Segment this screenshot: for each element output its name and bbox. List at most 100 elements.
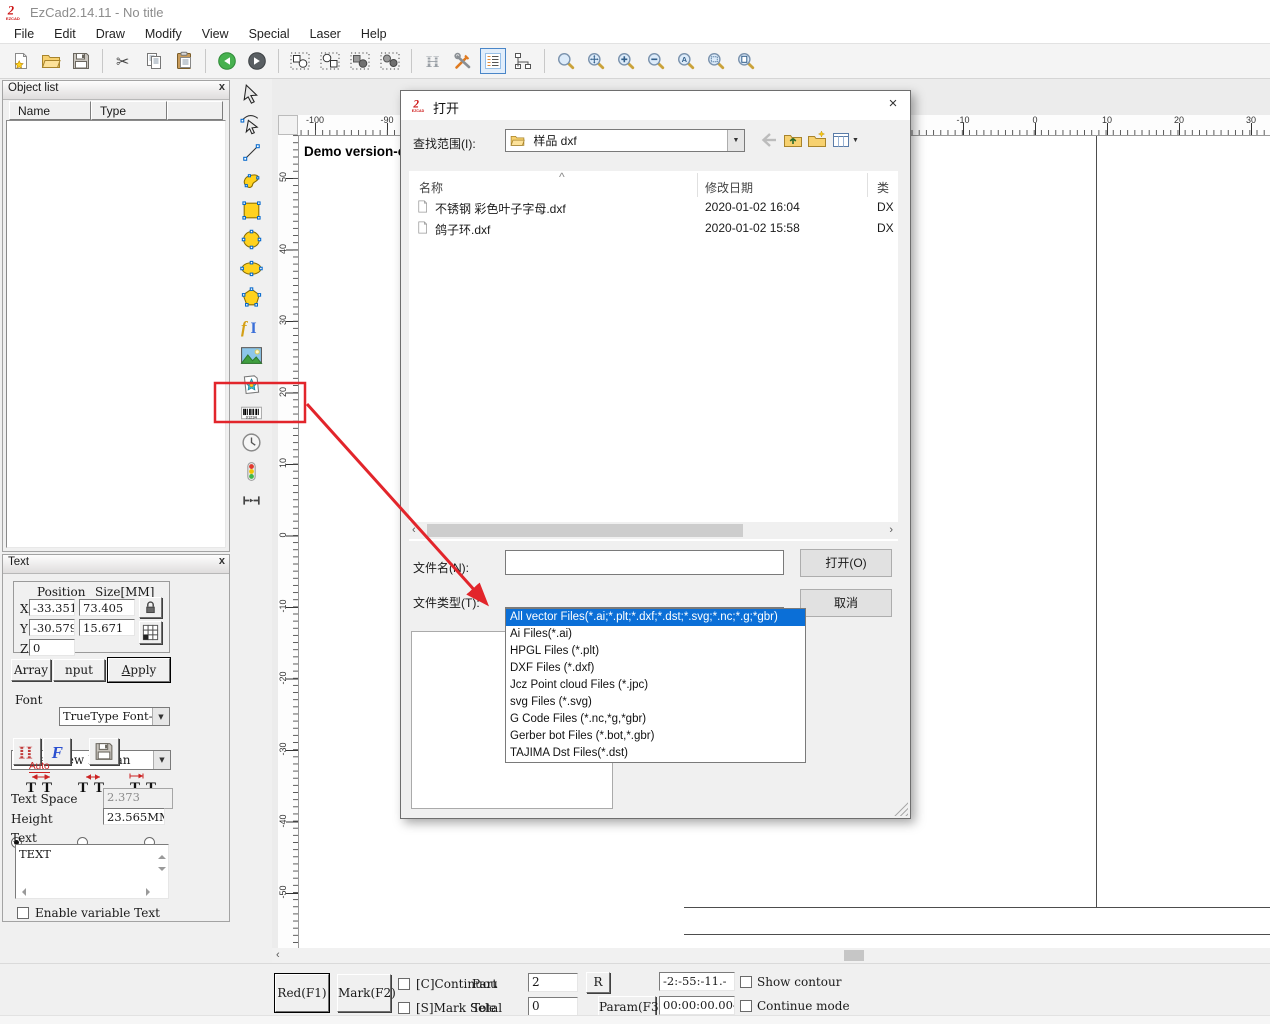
part-count-field[interactable]: 2 — [528, 973, 578, 992]
object-properties-button[interactable] — [480, 48, 506, 74]
scroll-down-icon[interactable] — [158, 867, 166, 875]
new-file-button[interactable] — [8, 48, 34, 74]
date-column-header[interactable]: 修改日期 — [705, 179, 753, 196]
file-row[interactable]: 不锈钢 彩色叶子字母.dxf2020-01-02 16:04DX — [409, 197, 898, 218]
close-icon[interactable]: x — [219, 81, 225, 93]
node-edit-tool[interactable] — [236, 110, 266, 137]
zoom-move-button[interactable] — [583, 48, 609, 74]
resize-grip[interactable] — [894, 802, 908, 816]
file-type-option[interactable]: Jcz Point cloud Files (*.jpc) — [506, 677, 805, 694]
file-type-option[interactable]: Gerber bot Files (*.bot,*.gbr) — [506, 728, 805, 745]
file-type-option[interactable]: Ai Files(*.ai) — [506, 626, 805, 643]
menu-draw[interactable]: Draw — [86, 25, 135, 43]
ellipse-tool[interactable] — [236, 255, 266, 282]
paste-button[interactable] — [171, 48, 197, 74]
chevron-down-icon[interactable]: ▼ — [727, 130, 744, 151]
menu-special[interactable]: Special — [239, 25, 300, 43]
file-type-option[interactable]: HPGL Files (*.plt) — [506, 643, 805, 660]
ungroup-button[interactable] — [317, 48, 343, 74]
z-position-field[interactable]: 0 — [29, 639, 75, 656]
input-port-button[interactable]: nput Por — [53, 659, 105, 681]
cut-button[interactable]: ✂ — [111, 48, 137, 74]
menu-view[interactable]: View — [192, 25, 239, 43]
menu-edit[interactable]: Edit — [44, 25, 86, 43]
hatch-button[interactable]: H — [420, 48, 446, 74]
continue-mode-checkbox[interactable] — [740, 1000, 752, 1012]
object-list-body[interactable] — [6, 120, 226, 548]
chevron-down-icon[interactable]: ▼ — [152, 708, 169, 725]
mark-selected-checkbox[interactable] — [398, 1002, 410, 1014]
redo-button[interactable] — [244, 48, 270, 74]
y-position-field[interactable]: -30.579 — [29, 619, 75, 636]
delay-tool[interactable] — [236, 429, 266, 456]
file-list-scrollbar[interactable]: ‹ › — [409, 522, 898, 539]
freehand-tool[interactable] — [236, 168, 266, 195]
system-tools-button[interactable] — [450, 48, 476, 74]
scroll-right-icon[interactable]: › — [889, 524, 893, 536]
text-tool[interactable]: fI — [236, 313, 266, 340]
zoom-out-button[interactable] — [643, 48, 669, 74]
undo-button[interactable] — [214, 48, 240, 74]
column-header-blank[interactable] — [167, 101, 223, 120]
column-divider[interactable] — [867, 173, 868, 197]
font-type-select[interactable]: TrueType Font-15▼ — [59, 707, 170, 726]
combine-button[interactable] — [347, 48, 373, 74]
menu-help[interactable]: Help — [351, 25, 397, 43]
new-folder-button[interactable] — [807, 130, 827, 150]
cancel-button[interactable]: 取消 — [800, 589, 892, 617]
column-divider[interactable] — [697, 173, 698, 197]
name-column-header[interactable]: 名称 — [419, 179, 443, 196]
close-icon[interactable]: x — [219, 555, 225, 567]
open-button[interactable]: 打开(O) — [800, 549, 892, 577]
save-font-params-button[interactable] — [89, 738, 119, 765]
rectangle-tool[interactable] — [236, 197, 266, 224]
open-file-button[interactable] — [38, 48, 64, 74]
scroll-left-icon[interactable]: ‹ — [276, 949, 280, 961]
show-contour-checkbox[interactable] — [740, 976, 752, 988]
file-type-option[interactable]: All vector Files(*.ai;*.plt;*.dxf;*.dst;… — [506, 609, 805, 626]
column-header-type[interactable]: Type — [91, 101, 167, 120]
look-in-select[interactable]: 样品 dxf ▼ — [505, 129, 745, 152]
dialog-title-bar[interactable]: 2EZCAD 打开 × — [401, 91, 910, 120]
zoom-auto-button[interactable]: A — [673, 48, 699, 74]
save-file-button[interactable] — [68, 48, 94, 74]
barcode-tool[interactable]: 01234 — [236, 400, 266, 427]
io-port-tool[interactable] — [236, 487, 266, 514]
zoom-in-button[interactable] — [613, 48, 639, 74]
scrollbar-thumb[interactable] — [427, 524, 743, 537]
continuous-checkbox[interactable] — [398, 978, 410, 990]
menu-modify[interactable]: Modify — [135, 25, 192, 43]
select-tool[interactable] — [236, 81, 266, 108]
object-structure-button[interactable] — [510, 48, 536, 74]
scroll-left-icon[interactable]: ‹ — [412, 524, 416, 536]
line-tool[interactable] — [236, 139, 266, 166]
chevron-down-icon[interactable]: ▼ — [153, 751, 170, 769]
file-list[interactable]: 名称 ^ 修改日期 类 不锈钢 彩色叶子字母.dxf2020-01-02 16:… — [409, 171, 898, 541]
up-one-level-button[interactable] — [783, 130, 803, 150]
file-row[interactable]: 鸽子环.dxf2020-01-02 15:58DX — [409, 218, 898, 239]
dialog-close-icon[interactable]: × — [878, 91, 908, 117]
group-button[interactable] — [287, 48, 313, 74]
y-size-field[interactable]: 15.671 — [79, 619, 135, 636]
uncombine-button[interactable] — [377, 48, 403, 74]
file-type-option[interactable]: svg Files (*.svg) — [506, 694, 805, 711]
file-type-option[interactable]: DXF Files (*.dxf) — [506, 660, 805, 677]
circle-tool[interactable] — [236, 226, 266, 253]
vector-file-tool[interactable] — [236, 371, 266, 398]
reset-count-button[interactable]: R — [586, 972, 610, 993]
scrollbar-thumb[interactable] — [844, 950, 864, 961]
menu-file[interactable]: File — [4, 25, 44, 43]
array-button[interactable]: Array — [11, 659, 51, 681]
signal-tool[interactable] — [236, 458, 266, 485]
x-size-field[interactable]: 73.405 — [79, 599, 135, 616]
scroll-left-icon[interactable] — [18, 888, 26, 896]
text-content-textarea[interactable]: TEXT — [15, 844, 169, 899]
file-type-option[interactable]: G Code Files (*.nc,*g,*gbr) — [506, 711, 805, 728]
view-menu-chevron-icon[interactable]: ▼ — [852, 137, 859, 144]
menu-laser[interactable]: Laser — [300, 25, 351, 43]
file-type-option[interactable]: TAJIMA Dst Files(*.dst) — [506, 745, 805, 762]
zoom-page-button[interactable] — [733, 48, 759, 74]
x-position-field[interactable]: -33.351 — [29, 599, 75, 616]
apply-button[interactable]: Apply — [108, 658, 170, 682]
red-light-button[interactable]: Red(F1) — [275, 974, 329, 1012]
